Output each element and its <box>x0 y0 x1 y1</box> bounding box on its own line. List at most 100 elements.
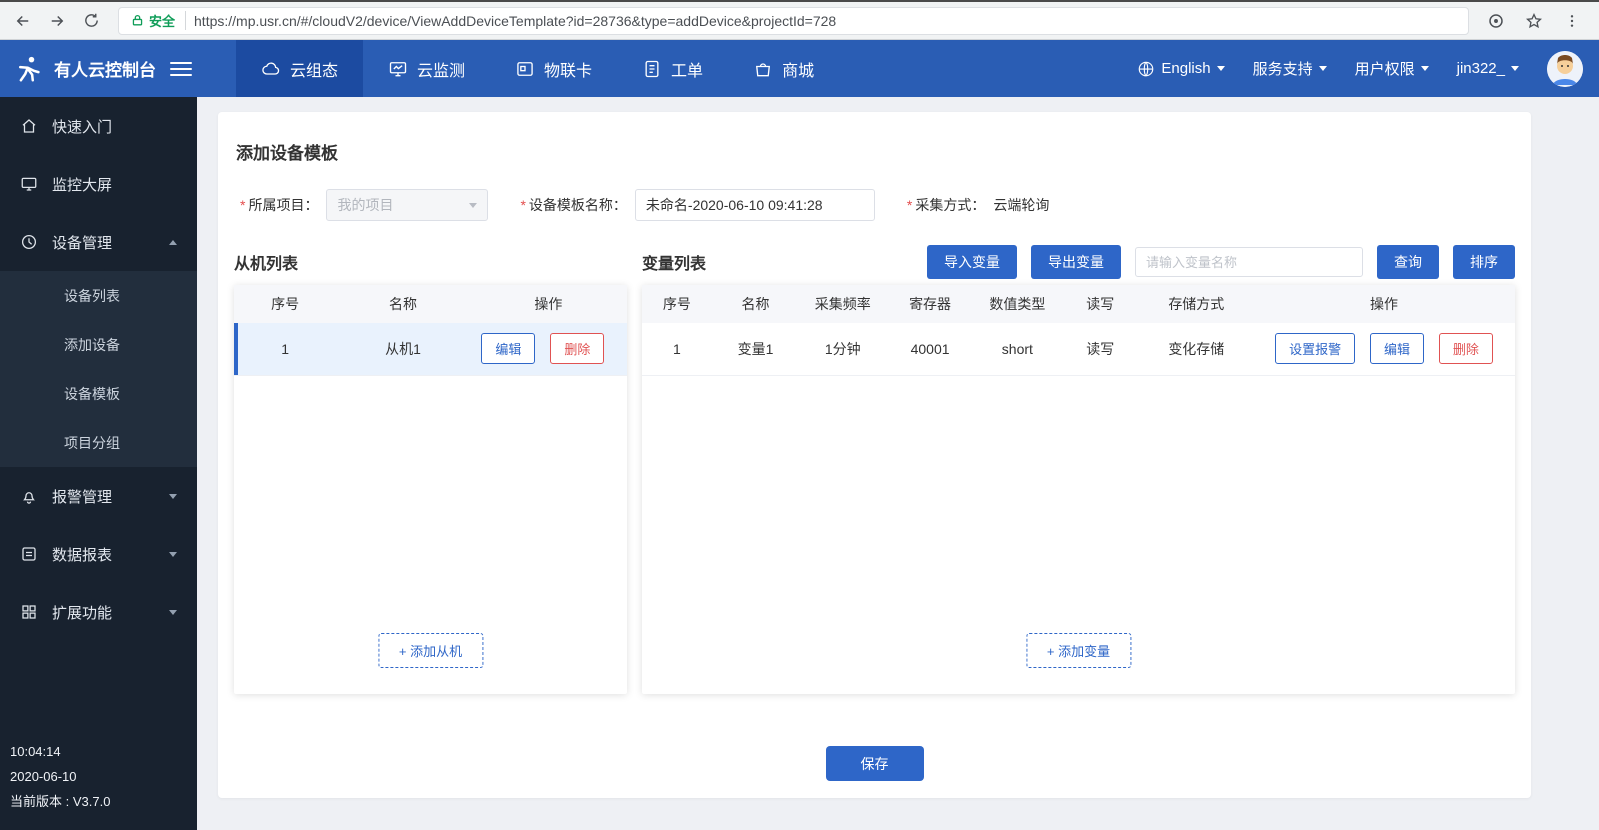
cloud-icon <box>261 59 281 79</box>
bell-icon <box>20 487 38 505</box>
column-header: 名称 <box>712 285 799 323</box>
zoom-icon[interactable] <box>1483 8 1509 34</box>
sort-button[interactable]: 排序 <box>1453 245 1515 279</box>
user-dropdown[interactable]: jin322_ <box>1457 60 1519 77</box>
chevron-up-icon <box>169 240 177 245</box>
main-content: 添加设备模板 * 所属项目： 我的项目 * 设备模板名称： * 采集方式： 云端… <box>197 97 1599 830</box>
address-bar[interactable]: 安全 https://mp.usr.cn/#/cloudV2/device/Vi… <box>118 7 1469 35</box>
sidebar-item-monitor-screen[interactable]: 监控大屏 <box>0 155 197 213</box>
refresh-icon[interactable] <box>78 8 104 34</box>
sidebar-item-label: 设备模板 <box>64 384 120 404</box>
set-alarm-button[interactable]: 设置报警 <box>1275 333 1355 364</box>
column-header: 存储方式 <box>1140 285 1253 323</box>
primary-nav: 云组态 云监测 物联卡 工单 商城 <box>236 40 839 97</box>
nav-item-mall[interactable]: 商城 <box>728 40 839 97</box>
collect-mode-value: 云端轮询 <box>993 195 1049 215</box>
sidebar-item-add-device[interactable]: 添加设备 <box>0 320 197 369</box>
edit-slave-button[interactable]: 编辑 <box>481 333 535 364</box>
home-icon <box>20 117 38 135</box>
column-header: 寄存器 <box>886 285 973 323</box>
shop-icon <box>753 59 773 79</box>
clock-icon <box>20 233 38 251</box>
nav-item-iot-card[interactable]: 物联卡 <box>490 40 617 97</box>
bookmark-star-icon[interactable] <box>1521 8 1547 34</box>
menu-toggle-icon[interactable] <box>170 62 192 76</box>
top-navbar: 有人云控制台 云组态 云监测 物联卡 工单 商城 <box>0 40 1599 97</box>
variable-search-input[interactable] <box>1135 247 1363 277</box>
nav-item-cloud-scada[interactable]: 云组态 <box>236 40 363 97</box>
sidebar-item-device-list[interactable]: 设备列表 <box>0 271 197 320</box>
save-button[interactable]: 保存 <box>826 746 924 781</box>
add-slave-button[interactable]: + 添加从机 <box>378 633 483 668</box>
chevron-down-icon <box>169 552 177 557</box>
brand[interactable]: 有人云控制台 <box>0 54 206 84</box>
add-variable-button[interactable]: + 添加变量 <box>1026 633 1131 668</box>
slave-list-section: 从机列表 序号 名称 操作 <box>234 239 627 694</box>
topnav-right: English 服务支持 用户权限 jin322_ <box>1137 51 1599 87</box>
username-label: jin322_ <box>1457 60 1505 77</box>
table-row[interactable]: 1 变量1 1分钟 40001 short 读写 变化存储 设置报警 <box>642 323 1515 375</box>
variable-toolbar: 导入变量 导出变量 查询 排序 <box>927 245 1515 279</box>
permission-dropdown[interactable]: 用户权限 <box>1355 58 1429 79</box>
secure-badge[interactable]: 安全 <box>131 11 186 30</box>
panels: 从机列表 序号 名称 操作 <box>234 239 1515 694</box>
sidebar-item-label: 快速入门 <box>52 116 112 137</box>
variable-register: 40001 <box>886 323 973 375</box>
sidebar-item-alarm-management[interactable]: 报警管理 <box>0 467 197 525</box>
version-label: 当前版本 : V3.7.0 <box>10 789 110 814</box>
slave-name: 从机1 <box>336 323 470 375</box>
browser-right-icons <box>1483 8 1589 34</box>
usr-logo-icon <box>14 54 44 84</box>
project-select[interactable]: 我的项目 <box>326 189 488 221</box>
url-text[interactable]: https://mp.usr.cn/#/cloudV2/device/ViewA… <box>194 13 836 29</box>
chevron-down-icon <box>169 610 177 615</box>
chevron-down-icon <box>1421 66 1429 71</box>
support-dropdown[interactable]: 服务支持 <box>1253 58 1327 79</box>
sidebar-item-device-management[interactable]: 设备管理 <box>0 213 197 271</box>
browser-menu-icon[interactable] <box>1559 8 1585 34</box>
nav-item-label: 物联卡 <box>544 57 592 81</box>
project-select-value: 我的项目 <box>337 195 393 215</box>
sidebar-item-extensions[interactable]: 扩展功能 <box>0 583 197 641</box>
forward-icon[interactable] <box>44 8 70 34</box>
required-asterisk: * <box>520 197 525 213</box>
slave-list-panel: 序号 名称 操作 1 从机1 <box>234 285 627 694</box>
chevron-down-icon <box>1319 66 1327 71</box>
add-device-template-card: 添加设备模板 * 所属项目： 我的项目 * 设备模板名称： * 采集方式： 云端… <box>218 112 1531 798</box>
nav-item-label: 商城 <box>782 57 814 81</box>
slave-list-title: 从机列表 <box>234 250 298 274</box>
nav-item-label: 云监测 <box>417 57 465 81</box>
sidebar-item-data-report[interactable]: 数据报表 <box>0 525 197 583</box>
variable-list-title: 变量列表 <box>642 250 706 274</box>
table-row[interactable]: 1 从机1 编辑 删除 <box>234 323 627 375</box>
query-button[interactable]: 查询 <box>1377 245 1439 279</box>
delete-slave-button[interactable]: 删除 <box>550 333 604 364</box>
column-header: 数值类型 <box>974 285 1061 323</box>
sidebar-item-label: 设备管理 <box>52 232 112 253</box>
required-asterisk: * <box>907 197 912 213</box>
export-variable-button[interactable]: 导出变量 <box>1031 245 1121 279</box>
secure-label: 安全 <box>149 11 175 30</box>
back-icon[interactable] <box>10 8 36 34</box>
sidebar-item-quick-start[interactable]: 快速入门 <box>0 97 197 155</box>
nav-item-cloud-monitor[interactable]: 云监测 <box>363 40 490 97</box>
template-name-input[interactable] <box>635 189 875 221</box>
nav-item-label: 工单 <box>671 57 703 81</box>
sidebar-item-project-group[interactable]: 项目分组 <box>0 418 197 467</box>
sidebar-item-label: 设备列表 <box>64 286 120 306</box>
column-header: 序号 <box>234 285 336 323</box>
variable-storage: 变化存储 <box>1140 323 1253 375</box>
chevron-down-icon <box>169 494 177 499</box>
variable-frequency: 1分钟 <box>799 323 886 375</box>
edit-variable-button[interactable]: 编辑 <box>1370 333 1424 364</box>
avatar[interactable] <box>1547 51 1583 87</box>
column-header: 名称 <box>336 285 470 323</box>
language-label: English <box>1161 60 1210 77</box>
nav-item-work-order[interactable]: 工单 <box>617 40 728 97</box>
language-dropdown[interactable]: English <box>1137 60 1224 78</box>
sidebar-item-device-template[interactable]: 设备模板 <box>0 369 197 418</box>
delete-variable-button[interactable]: 删除 <box>1439 333 1493 364</box>
variable-list-section: 变量列表 导入变量 导出变量 查询 排序 <box>642 239 1515 694</box>
column-header: 读写 <box>1061 285 1140 323</box>
import-variable-button[interactable]: 导入变量 <box>927 245 1017 279</box>
